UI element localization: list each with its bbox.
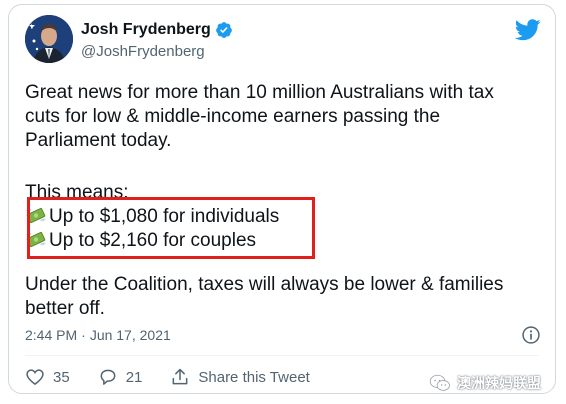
reply-button[interactable]: 21 <box>98 367 143 387</box>
tweet-date[interactable]: Jun 17, 2021 <box>90 327 171 343</box>
tweet-timestamp[interactable]: 2:44 PM · Jun 17, 2021 <box>25 327 171 343</box>
text-line: cuts for low & middle-income earners pas… <box>25 106 441 127</box>
avatar[interactable] <box>25 15 73 63</box>
reply-count: 21 <box>125 368 143 386</box>
like-button[interactable]: 35 <box>25 367 70 387</box>
text-line: better off. <box>25 298 105 319</box>
watermark: 澳洲辣妈联盟 <box>429 373 541 393</box>
action-bar: 35 21 Share this Tweet <box>25 367 338 387</box>
verified-badge-icon <box>215 22 232 38</box>
info-icon[interactable] <box>521 325 541 345</box>
divider <box>25 355 539 356</box>
tweet-paragraph-1: Great news for more than 10 million Aust… <box>25 81 545 153</box>
author-name[interactable]: Josh Frydenberg <box>81 21 211 39</box>
twitter-bird-icon[interactable] <box>515 19 541 41</box>
share-button[interactable]: Share this Tweet <box>170 367 310 387</box>
tweet-time[interactable]: 2:44 PM <box>25 327 77 343</box>
watermark-text: 澳洲辣妈联盟 <box>457 375 541 391</box>
text-line: Under the Coalition, taxes will always b… <box>25 274 504 295</box>
meta-separator: · <box>81 327 86 343</box>
tweet-card: Josh Frydenberg @JoshFrydenberg Great ne… <box>8 4 556 394</box>
wechat-icon <box>429 374 450 391</box>
heart-icon <box>26 369 44 386</box>
share-icon <box>172 368 188 385</box>
text-line: Great news for more than 10 million Aust… <box>25 82 494 103</box>
author-handle[interactable]: @JoshFrydenberg <box>81 43 205 60</box>
text-line: Parliament today. <box>25 130 172 151</box>
author-name-row[interactable]: Josh Frydenberg <box>81 21 233 39</box>
reply-icon <box>100 369 116 385</box>
red-highlight-box <box>27 197 315 259</box>
share-label: Share this Tweet <box>198 368 310 386</box>
tweet-paragraph-3: Under the Coalition, taxes will always b… <box>25 273 545 321</box>
like-count: 35 <box>53 368 70 386</box>
